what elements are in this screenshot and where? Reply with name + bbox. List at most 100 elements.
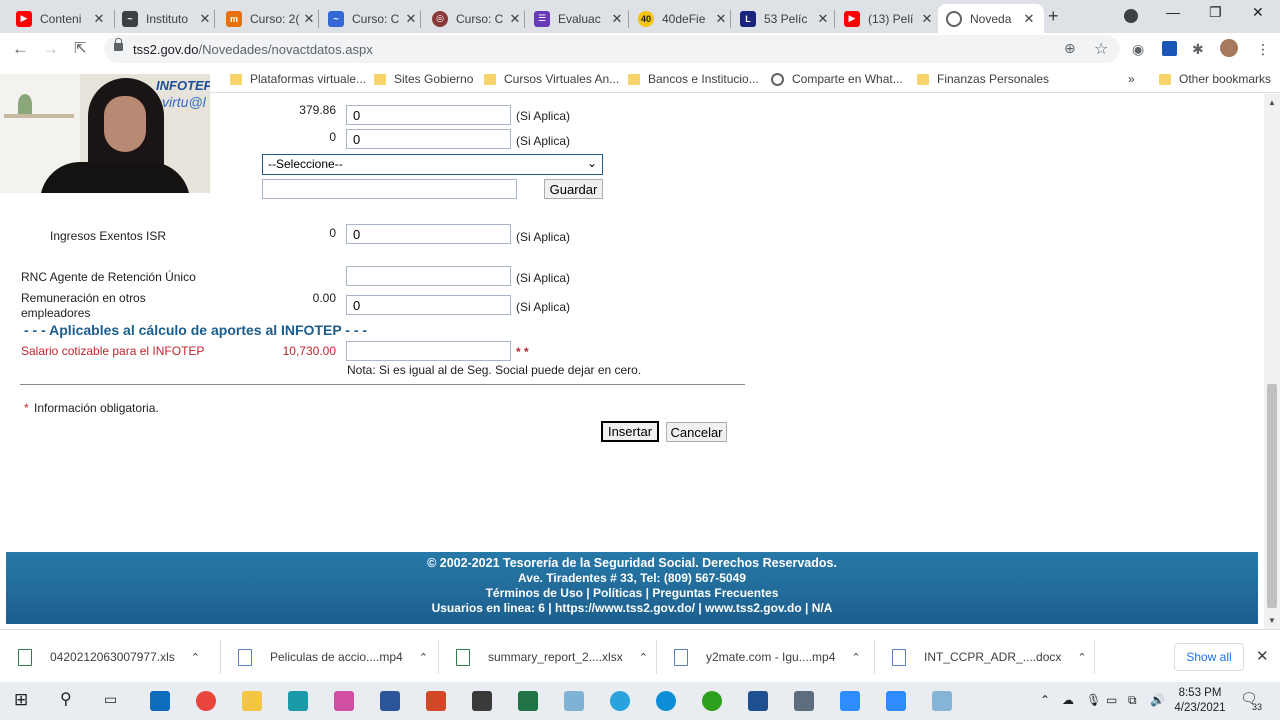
footer-links[interactable]: Términos de Uso | Políticas | Preguntas …	[6, 586, 1258, 601]
scroll-up-icon[interactable]: ▲	[1268, 98, 1276, 107]
puzzle-icon[interactable]: ✱	[1192, 41, 1204, 58]
type-select[interactable]: --Seleccione-- ⌄	[262, 154, 603, 175]
onedrive-icon[interactable]: ☁	[1062, 693, 1074, 707]
close-tab-icon[interactable]: ✕	[920, 11, 934, 27]
app-icon[interactable]	[932, 691, 952, 711]
close-tab-icon[interactable]: ✕	[1022, 11, 1036, 27]
close-tab-icon[interactable]: ✕	[610, 11, 624, 27]
calculator-icon[interactable]	[794, 691, 814, 711]
close-window-icon[interactable]: ✕	[1252, 4, 1264, 21]
tab-active[interactable]: Noveda ✕	[938, 4, 1044, 33]
bookmark-folder[interactable]: Finanzas Personales	[917, 72, 1049, 86]
tab-2[interactable]: ~ Instituto ✕	[114, 4, 220, 33]
other-bookmarks[interactable]: Other bookmarks	[1159, 72, 1271, 86]
zoom-icon[interactable]: ⊕	[1064, 40, 1076, 57]
close-tab-icon[interactable]: ✕	[714, 11, 728, 27]
zoom-icon[interactable]	[840, 691, 860, 711]
video-editor-icon[interactable]	[748, 691, 768, 711]
bookmark-link[interactable]: Comparte en What...	[771, 72, 903, 86]
more-bookmarks-icon[interactable]: »	[1128, 72, 1135, 86]
footer-users[interactable]: Usuarios en linea: 6 | https://www.tss2.…	[6, 601, 1258, 616]
windows-start-icon[interactable]: ⊞	[14, 690, 28, 710]
salario-input[interactable]	[346, 341, 511, 361]
extension-circle-icon[interactable]: ◉	[1132, 41, 1144, 58]
download-item[interactable]: INT_CCPR_ADR_....docx ⌃	[892, 643, 1087, 671]
blank-input[interactable]	[262, 179, 517, 199]
system-clock[interactable]: 8:53 PM 4/23/2021	[1164, 686, 1236, 716]
notes-icon[interactable]	[472, 691, 492, 711]
scroll-thumb[interactable]	[1267, 384, 1277, 608]
quickbooks-icon[interactable]	[702, 691, 722, 711]
profile-avatar[interactable]	[1220, 39, 1238, 57]
tab-3[interactable]: m Curso: 2( ✕	[218, 4, 324, 33]
telegram-icon[interactable]	[610, 691, 630, 711]
url-text[interactable]: tss2.gov.do/Novedades/novactdatos.aspx	[133, 42, 373, 57]
bookmark-folder[interactable]: Cursos Virtuales An...	[484, 72, 619, 86]
excel-icon[interactable]	[518, 691, 538, 711]
chevron-up-icon[interactable]: ⌃	[639, 651, 648, 664]
network-icon[interactable]: ⧉	[1128, 693, 1137, 708]
close-tab-icon[interactable]: ✕	[198, 11, 212, 27]
chevron-up-icon[interactable]: ⌃	[191, 651, 200, 664]
battery-icon[interactable]: ▭	[1106, 693, 1117, 707]
task-view-icon[interactable]: ▭	[104, 691, 117, 708]
zoom-meetings-icon[interactable]	[886, 691, 906, 711]
chevron-up-icon[interactable]: ⌃	[851, 651, 860, 664]
new-tab-icon[interactable]: +	[1048, 6, 1059, 27]
bookmark-folder[interactable]: Sites Gobierno	[374, 72, 473, 86]
download-item[interactable]: 0420212063007977.xls ⌃	[18, 643, 200, 671]
tab-search-icon[interactable]	[1124, 9, 1138, 23]
powerpoint-icon[interactable]	[426, 691, 446, 711]
close-downloads-icon[interactable]: ✕	[1256, 647, 1269, 665]
insertar-button[interactable]: Insertar	[601, 421, 659, 442]
extension-icon[interactable]	[1162, 41, 1177, 56]
remuneracion-input[interactable]: 0	[346, 295, 511, 315]
tab-8[interactable]: L 53 Pelíc ✕	[732, 4, 838, 33]
address-bar[interactable]: tss2.gov.do/Novedades/novactdatos.aspx ⊕…	[104, 35, 1120, 63]
close-tab-icon[interactable]: ✕	[508, 11, 522, 27]
scroll-down-icon[interactable]: ▼	[1268, 616, 1276, 625]
guardar-button[interactable]: Guardar	[544, 179, 603, 199]
edge-icon[interactable]	[656, 691, 676, 711]
messaging-icon[interactable]	[288, 691, 308, 711]
download-item[interactable]: summary_report_2....xlsx ⌃	[456, 643, 648, 671]
tab-7[interactable]: 40 40deFie ✕	[630, 4, 736, 33]
cancelar-button[interactable]: Cancelar	[666, 422, 727, 442]
microphone-icon[interactable]: 🎙	[1086, 693, 1101, 707]
bookmark-folder[interactable]: Plataformas virtuale...	[230, 72, 366, 86]
show-hidden-icons[interactable]: ⌃	[1040, 693, 1050, 707]
download-item[interactable]: Peliculas de accio....mp4 ⌃	[238, 643, 428, 671]
search-icon[interactable]: ⚲	[60, 689, 72, 709]
outlook-icon[interactable]	[150, 691, 170, 711]
tab-1[interactable]: ▶ Conteni ✕	[8, 4, 114, 33]
bookmark-folder[interactable]: Bancos e Institucio...	[628, 72, 759, 86]
close-tab-icon[interactable]: ✕	[816, 11, 830, 27]
menu-icon[interactable]: ⋮	[1256, 41, 1270, 58]
show-all-button[interactable]: Show all	[1174, 643, 1244, 671]
snipping-icon[interactable]	[334, 691, 354, 711]
minimize-icon[interactable]: —	[1166, 4, 1180, 20]
chrome-icon[interactable]	[196, 691, 216, 711]
tab-9[interactable]: ▶ (13) Pelí ✕	[836, 4, 942, 33]
restore-icon[interactable]: ❐	[1209, 4, 1222, 21]
close-tab-icon[interactable]: ✕	[92, 11, 106, 27]
rnc-input[interactable]	[346, 266, 511, 286]
bookmark-star-icon[interactable]: ☆	[1094, 39, 1108, 59]
tab-4[interactable]: ~ Curso: C ✕	[320, 4, 426, 33]
volume-icon[interactable]: 🔊	[1150, 693, 1165, 707]
tab-6[interactable]: ☰ Evaluac ✕	[526, 4, 632, 33]
close-tab-icon[interactable]: ✕	[404, 11, 418, 27]
forward-icon[interactable]: →	[42, 39, 59, 59]
tab-5[interactable]: ◎ Curso: C ✕	[424, 4, 530, 33]
chevron-up-icon[interactable]: ⌃	[1077, 651, 1086, 664]
download-item[interactable]: y2mate.com - Igu....mp4 ⌃	[674, 643, 861, 671]
paint-icon[interactable]	[564, 691, 584, 711]
page-scrollbar[interactable]: ▲ ▼	[1264, 94, 1280, 629]
row1-input[interactable]: 0	[346, 105, 511, 125]
row2-input[interactable]: 0	[346, 129, 511, 149]
chevron-up-icon[interactable]: ⌃	[419, 651, 428, 664]
ingresos-input[interactable]: 0	[346, 224, 511, 244]
word-icon[interactable]	[380, 691, 400, 711]
back-icon[interactable]: ←	[12, 39, 29, 59]
close-tab-icon[interactable]: ✕	[302, 11, 316, 27]
